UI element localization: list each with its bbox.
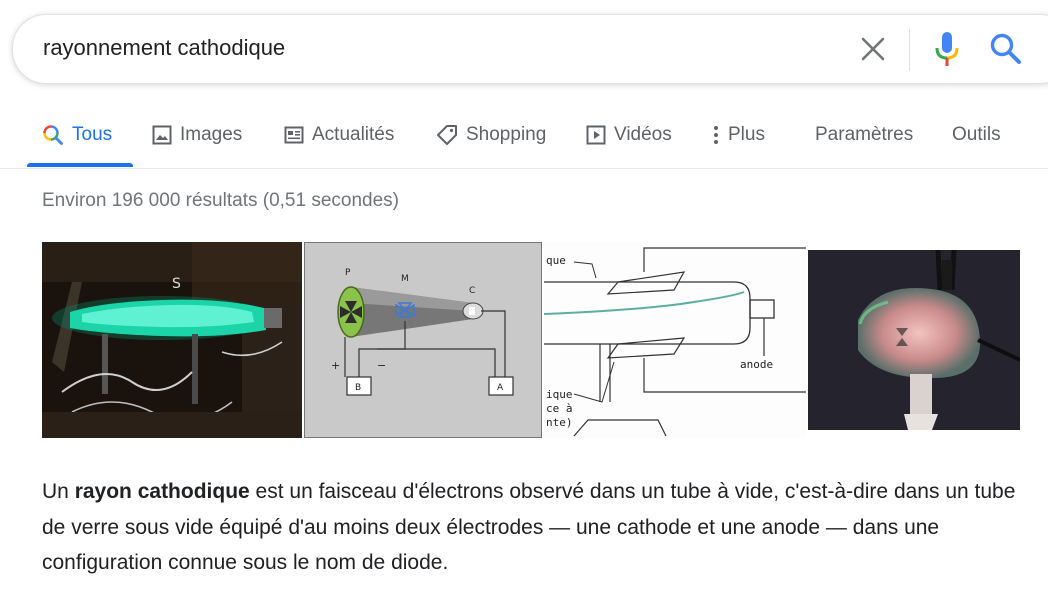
diagram-label-p: P (345, 268, 351, 278)
cathode-ray-tube-photo: S (42, 242, 302, 438)
tab-label: Plus (728, 124, 765, 145)
diagram-label-b: B (355, 383, 361, 393)
diagram-label-ique: ique (546, 388, 573, 401)
search-icon (990, 33, 1021, 64)
tab-more[interactable]: Plus (712, 110, 765, 160)
image-result-2[interactable]: P M C + − B A (304, 242, 542, 438)
image-result-4[interactable] (808, 250, 1020, 430)
diagram-label-anode: anode (740, 358, 773, 371)
image-strip: S P M C + − B A que anode ique ce à nte) (42, 242, 1048, 438)
tab-settings[interactable]: Paramètres (815, 110, 913, 160)
image-result-3[interactable]: que anode ique ce à nte) (544, 242, 806, 438)
tab-label: Outils (952, 124, 1001, 145)
result-stats: Environ 196 000 résultats (0,51 secondes… (42, 190, 399, 211)
tab-all[interactable]: Tous (42, 110, 112, 160)
svg-text:S: S (172, 276, 181, 292)
microphone-icon (935, 32, 959, 66)
clear-button[interactable] (859, 35, 887, 63)
active-tab-indicator (27, 163, 133, 167)
tab-videos[interactable]: Vidéos (586, 110, 672, 160)
tab-shopping[interactable]: Shopping (436, 110, 546, 160)
search-button[interactable] (989, 32, 1023, 66)
diagram-label-c: C (469, 286, 475, 296)
more-vert-icon (714, 126, 718, 144)
tab-label: Tous (72, 124, 113, 145)
tab-label: Images (180, 124, 243, 145)
voice-search-button[interactable] (931, 31, 963, 67)
news-icon (284, 126, 304, 144)
close-icon (861, 37, 885, 61)
featured-snippet: Un rayon cathodique est un faisceau d'él… (42, 474, 1032, 581)
search-box (12, 14, 1048, 84)
tab-tools[interactable]: Outils (952, 110, 1001, 160)
tab-images[interactable]: Images (152, 110, 242, 160)
tube-diagram: P M C + − B A (305, 243, 541, 437)
tab-news[interactable]: Actualités (284, 110, 394, 160)
diagram-label-nte: nte) (546, 416, 573, 429)
tag-icon (437, 125, 457, 145)
video-icon (586, 125, 606, 145)
snippet-text-start: Un (42, 480, 75, 503)
search-tabs: Tous Images Actualités Shopping Vidéos P… (0, 110, 1048, 168)
diagram-label-m: M (401, 274, 409, 284)
crookes-tube-photo (808, 250, 1020, 430)
tab-label: Actualités (312, 124, 395, 145)
search-input[interactable] (43, 35, 803, 61)
diagram-label-plus: + (331, 359, 340, 372)
diagram-label-que: que (546, 254, 566, 267)
snippet-keyword: rayon cathodique (74, 480, 250, 503)
apparatus-diagram: que anode ique ce à nte) (544, 242, 806, 438)
search-icon (43, 125, 63, 145)
tab-label: Shopping (466, 124, 547, 145)
diagram-label-ce: ce à (546, 402, 573, 415)
tab-label: Paramètres (815, 124, 914, 145)
search-divider (909, 29, 910, 71)
tabs-divider (0, 168, 1048, 169)
diagram-label-a: A (497, 383, 504, 393)
tab-label: Vidéos (614, 124, 672, 145)
image-result-1[interactable]: S (42, 242, 302, 438)
image-icon (152, 125, 172, 145)
diagram-label-minus: − (377, 359, 386, 372)
